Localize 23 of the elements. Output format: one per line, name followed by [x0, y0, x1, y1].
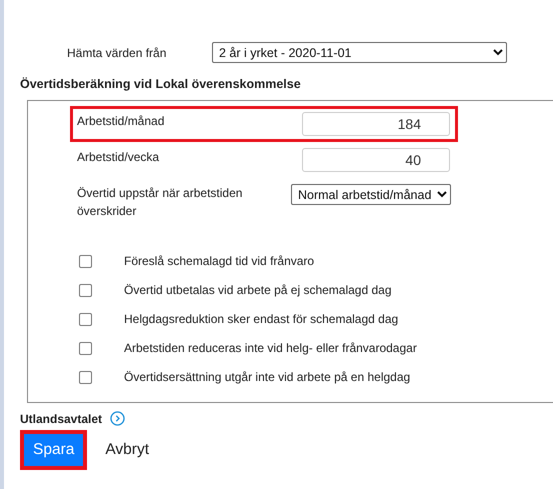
checkbox-label: Arbetstiden reduceras inte vid helg- eller frånvarodagar — [124, 341, 417, 355]
checkbox[interactable] — [79, 370, 92, 384]
section-title: Övertidsberäkning vid Lokal överenskommelse — [20, 77, 302, 91]
field-label: Övertid uppstår när arbetstiden överskrider — [77, 185, 244, 220]
checkbox[interactable] — [79, 342, 92, 354]
save-button[interactable]: Spara — [24, 434, 84, 466]
checkbox[interactable] — [79, 254, 92, 268]
field-label: Arbetstid/månad — [77, 113, 166, 130]
checkbox[interactable] — [79, 312, 92, 326]
number-field[interactable]: 184 — [302, 112, 450, 136]
checkbox-label: Föreslå schemalagd tid vid frånvaro — [124, 254, 314, 268]
section-title: Utlandsavtalet — [20, 412, 102, 426]
checkbox-label: Övertid utbetalas vid arbete på ej schemalagd dag — [124, 283, 392, 297]
source-dropdown[interactable]: 2 år i yrket - 2020-11-01 — [212, 42, 507, 63]
dropdown[interactable]: Normal arbetstid/månad — [291, 184, 451, 205]
checkbox[interactable] — [79, 284, 92, 296]
checkbox-label: Övertidsersättning utgår inte vid arbete på en helgdag — [124, 370, 410, 384]
expand-icon[interactable] — [110, 411, 126, 426]
checkbox-label: Helgdagsreduktion sker endast för schemalagd dag — [124, 312, 398, 326]
cancel-button[interactable]: Avbryt — [101, 434, 154, 466]
number-field[interactable]: 40 — [302, 148, 450, 172]
field-label: Hämta värden från — [66, 46, 168, 60]
field-label: Arbetstid/vecka — [77, 149, 160, 166]
